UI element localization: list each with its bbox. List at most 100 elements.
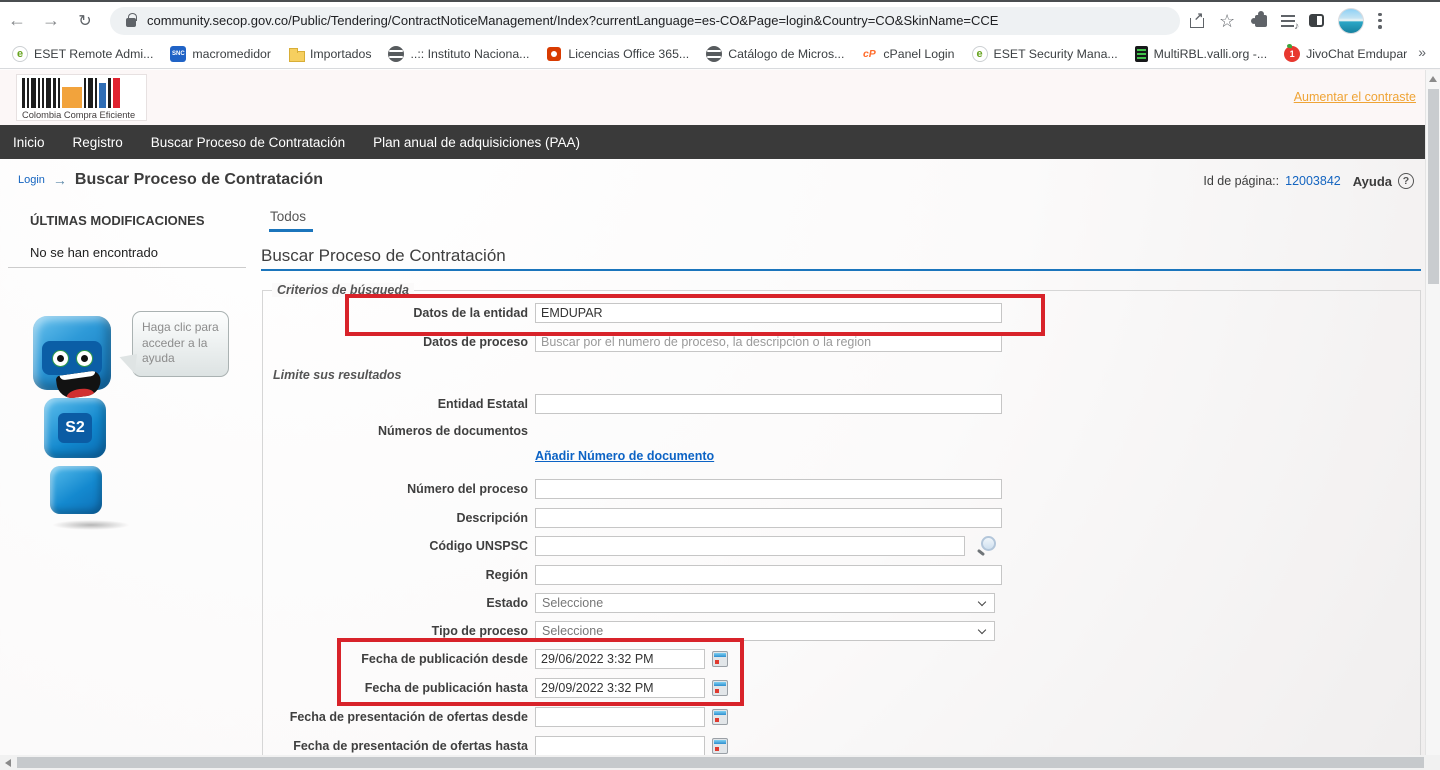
page-id-value[interactable]: 12003842 (1285, 174, 1341, 188)
region-label: Región (268, 568, 528, 582)
fecha-publicacion-hasta-label: Fecha de publicación hasta (268, 681, 528, 695)
vertical-scrollbar[interactable] (1425, 70, 1440, 755)
help-speech-bubble[interactable]: Haga clic para acceder a la ayuda (132, 311, 229, 377)
forward-icon[interactable]: → (34, 6, 68, 36)
bookmark-item[interactable]: cPanel Login (861, 46, 954, 62)
numero-proceso-input[interactable] (535, 479, 1002, 499)
descripcion-label: Descripción (268, 511, 528, 525)
url-text[interactable]: community.secop.gov.co/Public/Tendering/… (147, 13, 998, 28)
media-controls-icon[interactable] (1281, 15, 1295, 27)
help-icon[interactable]: ? (1398, 173, 1414, 189)
lock-icon (126, 18, 136, 27)
horizontal-scrollbar-thumb[interactable] (17, 757, 1424, 768)
nav-item-inicio[interactable]: Inicio (13, 135, 45, 150)
nav-item-registro[interactable]: Registro (73, 135, 123, 150)
datos-entidad-input[interactable] (535, 303, 1002, 323)
reload-icon[interactable]: ↻ (68, 6, 102, 36)
mascot-eye (52, 350, 69, 367)
window-edge (0, 0, 1440, 2)
tipo-proceso-select[interactable]: Seleccione (535, 621, 995, 641)
bookmark-item[interactable]: macromedidor (170, 46, 271, 62)
eset-icon (12, 46, 28, 62)
calendar-icon[interactable] (712, 709, 728, 725)
colombia-compra-eficiente-logo[interactable]: Colombia Compra Eficiente (16, 74, 147, 121)
bookmark-item[interactable]: Licencias Office 365... (546, 46, 689, 62)
bookmarks-overflow-icon[interactable]: » (1418, 44, 1426, 60)
fecha-ofertas-desde-input[interactable] (535, 707, 705, 727)
bookmark-star-icon[interactable]: ☆ (1219, 14, 1235, 28)
entidad-estatal-label: Entidad Estatal (268, 397, 528, 411)
breadcrumb-login-link[interactable]: Login (18, 174, 45, 186)
bookmark-item[interactable]: ESET Security Mana... (972, 46, 1118, 62)
fecha-publicacion-hasta-input[interactable] (535, 678, 705, 698)
logo-caption: Colombia Compra Eficiente (22, 110, 141, 120)
mascot-mouth (56, 370, 103, 400)
vertical-scrollbar-thumb[interactable] (1428, 89, 1439, 284)
bookmark-item[interactable]: ESET Remote Admi... (12, 46, 153, 62)
scroll-left-icon[interactable] (5, 759, 11, 767)
globe-icon (706, 46, 722, 62)
help-label[interactable]: Ayuda (1353, 174, 1392, 189)
fecha-ofertas-hasta-input[interactable] (535, 736, 705, 756)
bookmark-item[interactable]: Importados (288, 46, 372, 62)
snc-icon (170, 46, 186, 62)
limit-results-heading: Limite sus resultados (273, 368, 402, 382)
nav-item-buscar-proceso[interactable]: Buscar Proceso de Contratación (151, 135, 345, 150)
profile-avatar[interactable] (1338, 8, 1364, 34)
fecha-ofertas-desde-label: Fecha de presentación de ofertas desde (268, 710, 528, 724)
bookmark-item[interactable]: ..:: Instituto Naciona... (388, 46, 529, 62)
mascot-shadow (52, 520, 130, 530)
tab-todos[interactable]: Todos (270, 209, 306, 224)
side-panel-icon[interactable] (1309, 14, 1324, 27)
increase-contrast-link[interactable]: Aumentar el contraste (1294, 90, 1416, 104)
mascot-body-cube: S2 (44, 398, 106, 458)
codigo-unspsc-input[interactable] (535, 536, 965, 556)
calendar-icon[interactable] (712, 738, 728, 754)
calendar-icon[interactable] (712, 680, 728, 696)
page-title: Buscar Proceso de Contratación (75, 171, 323, 189)
office-icon (546, 46, 562, 62)
bookmark-item[interactable]: MultiRBL.valli.org -... (1135, 46, 1267, 62)
bookmark-label: ESET Remote Admi... (34, 47, 153, 61)
bookmark-label: Licencias Office 365... (568, 47, 689, 61)
address-bar[interactable]: community.secop.gov.co/Public/Tendering/… (110, 7, 1180, 35)
sidebar-title: ÚLTIMAS MODIFICACIONES (30, 213, 205, 228)
back-icon[interactable]: ← (0, 6, 34, 36)
fecha-publicacion-desde-label: Fecha de publicación desde (268, 652, 528, 666)
entidad-estatal-input[interactable] (535, 394, 1002, 414)
bookmark-label: ESET Security Mana... (994, 47, 1118, 61)
share-icon[interactable] (1190, 14, 1205, 28)
criteria-legend: Criterios de búsqueda (272, 283, 414, 297)
sidebar-divider (8, 267, 246, 268)
datos-proceso-label: Datos de proceso (268, 335, 528, 349)
nav-item-plan-anual[interactable]: Plan anual de adquisiciones (PAA) (373, 135, 580, 150)
bookmark-item[interactable]: Catálogo de Micros... (706, 46, 844, 62)
bookmark-item[interactable]: JivoChat Emdupar (1284, 46, 1407, 62)
scroll-up-icon[interactable] (1429, 76, 1437, 82)
bookmark-label: Importados (310, 47, 372, 61)
page-meta: Id de página:: 12003842 Ayuda ? (1203, 173, 1414, 189)
site-header (0, 70, 1440, 125)
title-rule (261, 269, 1421, 271)
estado-select[interactable]: Seleccione (535, 593, 995, 613)
page-id-label: Id de página:: (1203, 174, 1279, 188)
bookmark-label: cPanel Login (883, 47, 954, 61)
descripcion-input[interactable] (535, 508, 1002, 528)
mascot-foot-cube (50, 466, 102, 514)
breadcrumb-arrow-icon: → (53, 172, 67, 188)
bookmarks-bar: ESET Remote Admi... macromedidor Importa… (0, 39, 1440, 68)
cpanel-icon (861, 46, 877, 62)
datos-proceso-input[interactable] (535, 332, 1002, 352)
search-icon[interactable] (975, 535, 997, 557)
horizontal-scrollbar[interactable] (0, 755, 1440, 770)
add-document-number-link[interactable]: Añadir Número de documento (535, 449, 714, 463)
estado-label: Estado (268, 596, 528, 610)
extensions-icon[interactable] (1255, 15, 1267, 27)
region-input[interactable] (535, 565, 1002, 585)
bookmark-label: macromedidor (192, 47, 271, 61)
numeros-documentos-label: Números de documentos (268, 424, 528, 438)
browser-menu-icon[interactable] (1378, 13, 1382, 29)
calendar-icon[interactable] (712, 651, 728, 667)
fecha-publicacion-desde-input[interactable] (535, 649, 705, 669)
jivochat-icon (1284, 46, 1300, 62)
